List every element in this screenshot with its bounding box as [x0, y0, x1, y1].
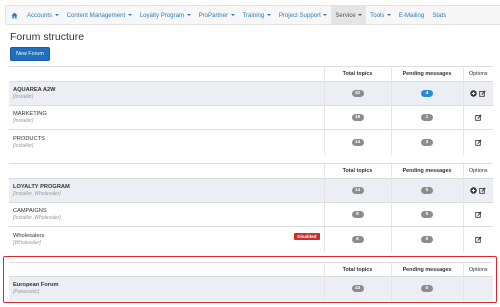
nav-stats[interactable]: Stats — [428, 6, 450, 24]
header-name — [9, 163, 324, 179]
chevron-down-icon — [127, 14, 132, 16]
chevron-down-icon — [230, 14, 235, 16]
nav-e-mailing-label: E-Mailing — [398, 11, 425, 19]
pending-messages-badge[interactable]: 4 — [421, 90, 433, 97]
chevron-down-icon — [186, 14, 191, 16]
disabled-badge: Disabled — [294, 232, 320, 240]
forum-row[interactable]: PRODUCTS [Installer] 14 3 — [9, 129, 493, 155]
nav-content-management-label: Content Management — [66, 11, 126, 19]
nav-training[interactable]: Training — [239, 6, 275, 24]
forum-row[interactable]: European Forum [Panasonic] 43 0 — [9, 276, 493, 301]
table-header-row: Total topics Pending messages Options — [9, 66, 493, 82]
nav-training-label: Training — [242, 11, 265, 19]
main-navbar: Accounts Content Management Loyalty Prog… — [5, 5, 500, 25]
total-topics-badge: 32 — [351, 90, 364, 97]
forum-name[interactable]: Wholesalers — [13, 232, 320, 240]
chevron-down-icon — [266, 14, 271, 16]
add-icon[interactable] — [470, 187, 478, 194]
edit-icon[interactable] — [475, 114, 482, 121]
edit-icon[interactable] — [479, 187, 486, 194]
nav-stats-label: Stats — [432, 11, 447, 19]
nav-e-mailing[interactable]: E-Mailing — [395, 6, 428, 24]
add-icon[interactable] — [470, 90, 478, 97]
header-name — [9, 262, 324, 277]
home-icon — [11, 12, 18, 18]
forum-row[interactable]: MARKETING [Installer] 18 1 — [9, 105, 493, 130]
forum-roles: [Installer] — [13, 94, 34, 100]
header-total-topics: Total topics — [323, 163, 391, 179]
forum-row[interactable]: CAMPAIGNS [Installer, Wholesaler] 8 0 — [9, 202, 493, 227]
pending-messages-badge[interactable]: 1 — [421, 114, 433, 121]
forum-roles: [Installer, Wholesaler] — [13, 191, 61, 197]
forum-roles: [Installer] — [13, 118, 34, 124]
forum-name[interactable]: European Forum — [13, 281, 320, 289]
total-topics-badge: 14 — [351, 138, 364, 146]
forum-row[interactable]: LOYALTY PROGRAM [Installer, Wholesaler] 1… — [9, 178, 493, 203]
header-pending-messages: Pending messages — [390, 262, 463, 277]
page-title: Forum structure — [10, 31, 85, 43]
edit-icon[interactable] — [475, 139, 482, 146]
new-forum-button[interactable]: New Forum — [10, 47, 50, 61]
pending-messages-badge[interactable]: 0 — [421, 187, 433, 194]
total-topics-badge: 8 — [351, 211, 364, 218]
options-cell — [462, 276, 493, 301]
nav-loyalty-program[interactable]: Loyalty Program — [136, 6, 195, 24]
chevron-down-icon — [358, 14, 363, 16]
nav-project-support-label: Project Support — [278, 11, 321, 19]
header-options: Options — [462, 66, 493, 82]
forum-table: Total topics Pending messages Options Eu… — [9, 262, 493, 301]
table-header-row: Total topics Pending messages Options — [9, 163, 493, 179]
nav-service-label: Service — [335, 11, 356, 19]
nav-tools[interactable]: Tools — [366, 6, 395, 24]
header-pending-messages: Pending messages — [390, 66, 463, 82]
nav-propartner-label: ProPartner — [198, 11, 229, 19]
header-name — [9, 66, 324, 82]
nav-content-management[interactable]: Content Management — [63, 6, 136, 24]
pending-messages-badge[interactable]: 0 — [421, 235, 433, 243]
total-topics-badge: 18 — [351, 114, 364, 121]
forum-name[interactable]: AQUAREA A2W — [13, 86, 320, 94]
forum-row[interactable]: AQUAREA A2W [Installer] 32 4 — [9, 81, 493, 106]
header-options: Options — [462, 163, 493, 179]
nav-propartner[interactable]: ProPartner — [195, 6, 239, 24]
pending-messages-badge[interactable]: 0 — [421, 211, 433, 218]
forum-name[interactable]: LOYALTY PROGRAM — [13, 183, 320, 191]
forum-table: Total topics Pending messages Options LO… — [9, 163, 493, 252]
nav-accounts[interactable]: Accounts — [23, 6, 63, 24]
chevron-down-icon — [386, 14, 391, 16]
forum-row[interactable]: Disabled Wholesalers [Wholesaler] 6 0 — [9, 226, 493, 252]
forum-roles: [Wholesaler] — [13, 239, 41, 246]
edit-icon[interactable] — [475, 236, 482, 243]
forum-name[interactable]: MARKETING — [13, 110, 320, 118]
pending-messages-badge[interactable]: 0 — [421, 285, 433, 293]
nav-accounts-label: Accounts — [27, 11, 53, 19]
forum-name[interactable]: PRODUCTS — [13, 135, 320, 143]
forum-roles: [Installer] — [13, 142, 34, 149]
chevron-down-icon — [54, 14, 59, 16]
header-total-topics: Total topics — [323, 66, 391, 82]
forum-roles: [Panasonic] — [13, 289, 40, 296]
edit-icon[interactable] — [479, 90, 486, 97]
chevron-down-icon — [323, 14, 328, 16]
total-topics-badge: 14 — [351, 187, 364, 194]
header-total-topics: Total topics — [323, 262, 391, 277]
table-header-row: Total topics Pending messages Options — [9, 262, 493, 277]
forum-table: Total topics Pending messages Options AQ… — [9, 66, 493, 155]
header-pending-messages: Pending messages — [390, 163, 463, 179]
forum-name[interactable]: CAMPAIGNS — [13, 207, 320, 215]
forum-roles: [Installer, Wholesaler] — [13, 215, 61, 221]
nav-service[interactable]: Service — [331, 6, 367, 24]
nav-loyalty-program-label: Loyalty Program — [139, 11, 185, 19]
nav-project-support[interactable]: Project Support — [275, 6, 332, 24]
nav-home-link[interactable] — [6, 6, 23, 24]
header-options: Options — [462, 262, 493, 277]
pending-messages-badge[interactable]: 3 — [421, 138, 433, 146]
total-topics-badge: 6 — [351, 235, 364, 243]
edit-icon[interactable] — [475, 211, 482, 218]
total-topics-badge: 43 — [351, 285, 364, 293]
nav-tools-label: Tools — [370, 11, 385, 19]
